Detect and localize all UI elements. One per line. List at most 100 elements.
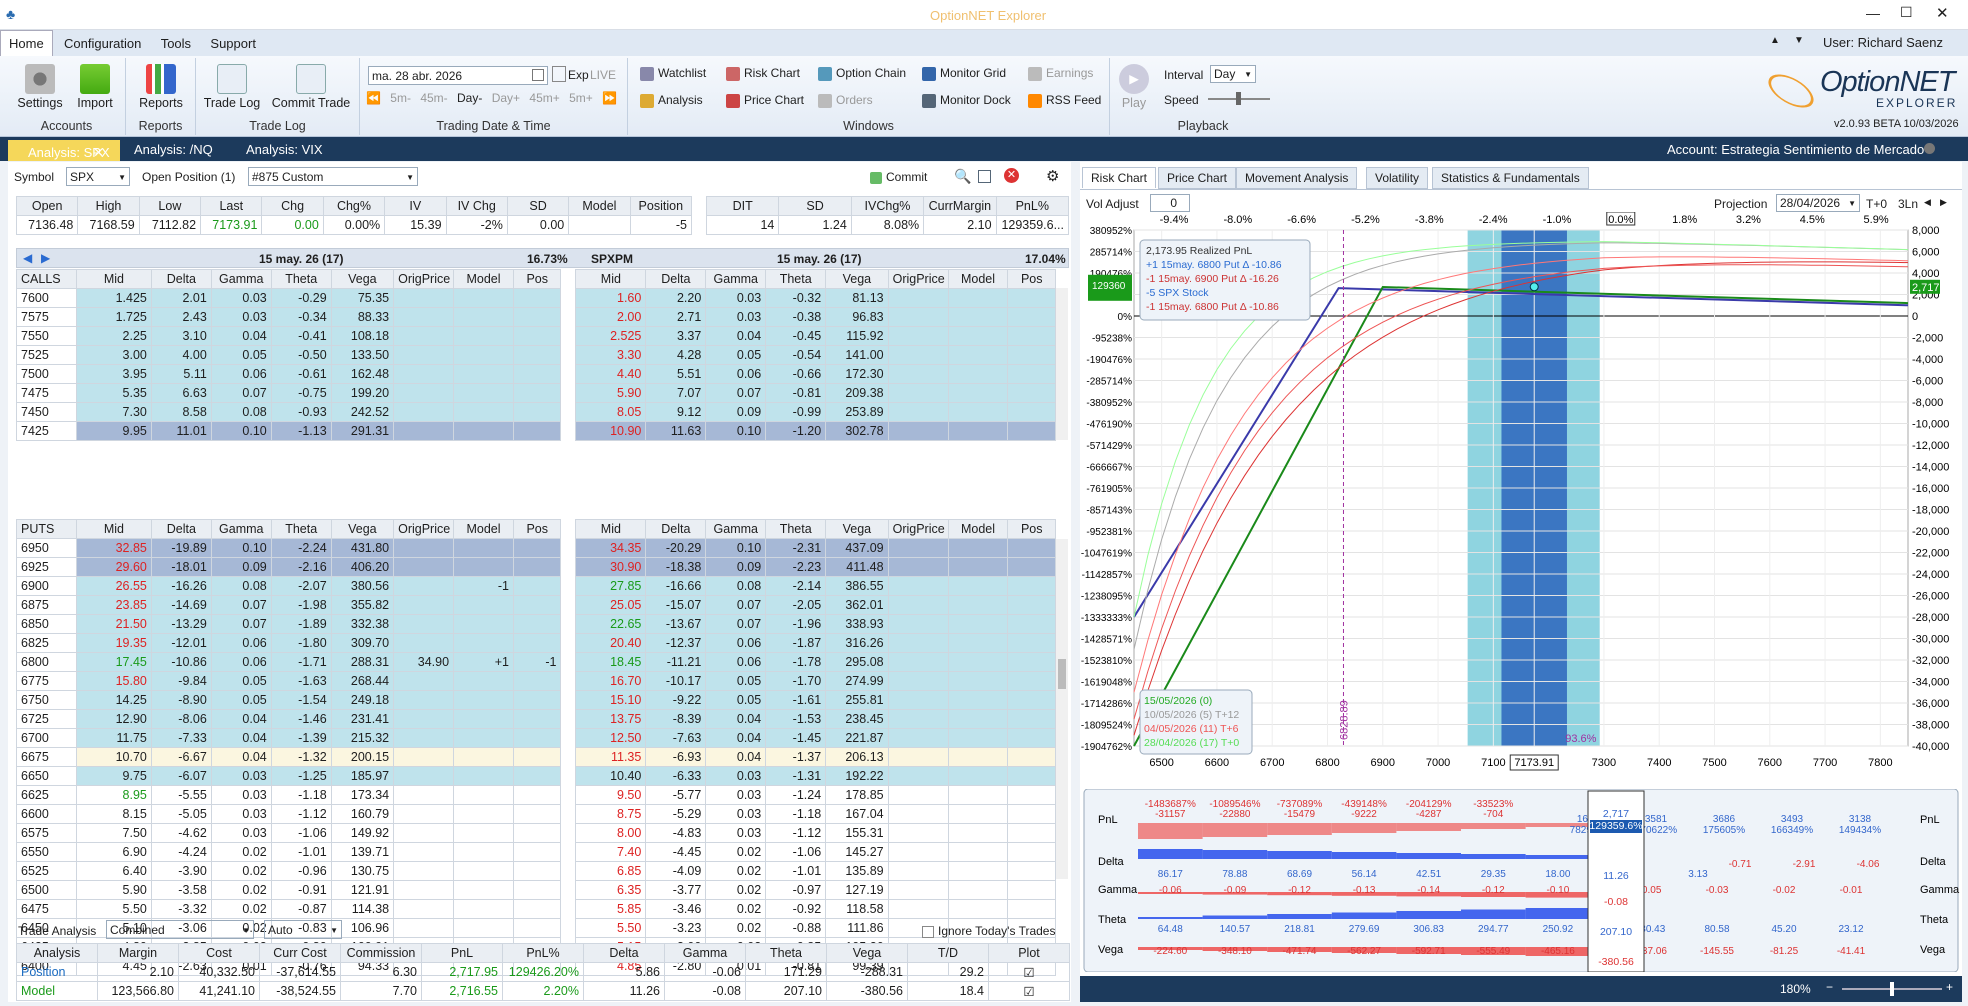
date-input[interactable]: ma. 28 abr. 2026 [368, 66, 548, 85]
scrollbar[interactable] [1056, 539, 1068, 879]
next-expiry-icon[interactable]: ▶ [41, 251, 50, 265]
call-row[interactable]: 7600 1.425 2.01 0.03 -0.29 75.35 1.60 2.20 0.03-… [16, 288, 1056, 308]
step-45m-fwd[interactable]: 45m+ [529, 91, 559, 105]
put-row[interactable]: 6800 17.45 -10.86 0.06 -1.71 288.31 34.90 +1 -1 1… [16, 652, 1056, 672]
orders-button[interactable]: Orders [818, 93, 873, 108]
tab-statistics[interactable]: Statistics & Fundamentals [1432, 167, 1589, 189]
forward-icon[interactable]: ⏩ [602, 91, 617, 105]
monitor-dock-button[interactable]: Monitor Dock [922, 93, 1011, 108]
commit-trade-button[interactable]: Commit Trade [266, 64, 356, 110]
put-row[interactable]: 6500 5.90 -3.58 0.02 -0.91 121.91 6.35 -3.77 0.0… [16, 880, 1056, 900]
monitor-grid-button[interactable]: Monitor Grid [922, 66, 1006, 81]
tab-analysis-vix[interactable]: Analysis: VIX [236, 140, 333, 161]
price-chart-button[interactable]: Price Chart [726, 93, 804, 108]
watchlist-button[interactable]: Watchlist [640, 66, 706, 81]
option-chain-button[interactable]: Option Chain [818, 66, 906, 81]
put-row[interactable]: 6725 12.90 -8.06 0.04 -1.46 231.41 13.75 -8.39 0… [16, 709, 1056, 729]
call-row[interactable]: 7575 1.725 2.43 0.03 -0.34 88.33 2.00 2.71 0.03-… [16, 307, 1056, 327]
next-icon[interactable]: ▶ [1940, 197, 1947, 208]
settings-button[interactable]: Settings [14, 64, 66, 110]
menu-support[interactable]: Support [202, 31, 264, 56]
step-5m-fwd[interactable]: 5m+ [569, 91, 593, 105]
step-5m-back[interactable]: 5m- [390, 91, 411, 105]
tab-volatility[interactable]: Volatility [1366, 167, 1429, 189]
delete-icon[interactable]: ✕ [1004, 168, 1019, 183]
step-icon[interactable] [552, 66, 566, 82]
vol-adjust-input[interactable]: 0 [1150, 194, 1190, 212]
rss-feed-button[interactable]: RSS Feed [1028, 93, 1101, 108]
put-row[interactable]: 6625 8.95 -5.55 0.03 -1.18 173.34 9.50 -5.77 0.0… [16, 785, 1056, 805]
menu-tools[interactable]: Tools [153, 31, 199, 56]
call-row[interactable]: 7500 3.95 5.11 0.06 -0.61 162.48 4.40 5.51 0.06-… [16, 364, 1056, 384]
zoom-thumb[interactable] [1890, 982, 1894, 996]
earnings-button[interactable]: Earnings [1028, 66, 1093, 81]
put-row[interactable]: 6750 14.25 -8.90 0.05 -1.54 249.18 15.10 -9.22 0… [16, 690, 1056, 710]
search-icon[interactable]: 🔍 [954, 168, 971, 185]
put-row[interactable]: 6475 5.50 -3.32 0.02 -0.87 114.38 5.85 -3.46 0.0… [16, 899, 1056, 919]
close-tab-icon[interactable]: ✕ [83, 143, 114, 164]
put-row[interactable]: 6600 8.15 -5.05 0.03 -1.12 160.79 8.75 -5.29 0.0… [16, 804, 1056, 824]
call-row[interactable]: 7475 5.35 6.63 0.07 -0.75 199.20 5.90 7.07 0.07-… [16, 383, 1056, 403]
prev-expiry-icon[interactable]: ◀ [23, 251, 32, 265]
live-button[interactable]: LIVE [590, 68, 616, 82]
reports-button[interactable]: Reports [134, 64, 188, 110]
call-row[interactable]: 7425 9.95 11.01 0.10 -1.13 291.31 10.90 11.63 0.… [16, 421, 1056, 441]
import-button[interactable]: Import [70, 64, 120, 110]
tab-analysis-nq[interactable]: Analysis: /NQ [124, 140, 223, 161]
put-row[interactable]: 6675 10.70 -6.67 0.04 -1.32 200.15 11.35 -6.93 0… [16, 747, 1056, 767]
tab-price-chart[interactable]: Price Chart [1158, 167, 1237, 189]
strategy-select[interactable]: #875 Custom ▼ [248, 167, 418, 186]
auto-select[interactable]: Auto ▼ [264, 920, 342, 939]
ta-row[interactable]: Model 123,566.80 41,241.10 -38,524.55 7.70 2,… [16, 981, 1070, 1001]
exp-button[interactable]: Exp [568, 68, 589, 82]
close-icon[interactable]: ✕ [1936, 4, 1949, 22]
ignore-todays-trades[interactable]: Ignore Today's Trades [922, 924, 1055, 938]
call-row[interactable]: 7550 2.25 3.10 0.04 -0.41 108.18 2.525 3.37 0.04… [16, 326, 1056, 346]
tab-risk-chart[interactable]: Risk Chart [1082, 167, 1157, 188]
tab-analysis-spx[interactable]: Analysis: SPX ✕ [8, 140, 120, 161]
analysis-button[interactable]: Analysis [640, 93, 703, 108]
play-button[interactable]: ▶ Play [1114, 64, 1154, 110]
help-icon[interactable]: ▼ [1786, 30, 1812, 51]
put-row[interactable]: 6525 6.40 -3.90 0.02 -0.96 130.75 6.85 -4.09 0.0… [16, 861, 1056, 881]
analysis-mode-select[interactable]: Combined ▼ [106, 920, 254, 939]
projection-date-select[interactable]: 28/04/2026 ▼ [1776, 194, 1860, 212]
grid-icon[interactable] [978, 170, 991, 183]
ln-label[interactable]: 3Ln [1898, 197, 1918, 211]
scroll-thumb[interactable] [1058, 659, 1066, 689]
commit-button[interactable]: Commit [870, 170, 927, 184]
ignore-checkbox[interactable] [922, 925, 934, 938]
t0-label[interactable]: T+0 [1866, 197, 1887, 211]
menu-home[interactable]: Home [0, 30, 53, 56]
put-row[interactable]: 6875 23.85 -14.69 0.07 -1.98 355.82 25.05 -15.0… [16, 595, 1056, 615]
prev-icon[interactable]: ◀ [1924, 197, 1931, 208]
ta-row[interactable]: Position 2.10 40,332.50 -37,614.55 6.30 2,717… [16, 962, 1070, 982]
put-row[interactable]: 6650 9.75 -6.07 0.03 -1.25 185.97 10.40 -6.33 0.… [16, 766, 1056, 786]
put-row[interactable]: 6700 11.75 -7.33 0.04 -1.39 215.32 12.50 -7.63 0… [16, 728, 1056, 748]
step-day-fwd[interactable]: Day+ [492, 91, 520, 105]
rewind-icon[interactable]: ⏪ [366, 91, 381, 105]
zoom-out-icon[interactable]: − [1826, 980, 1833, 994]
symbol-select[interactable]: SPX ▼ [66, 167, 130, 186]
risk-chart[interactable]: 8,000380952%6,000285714%4,000190476%2,00… [1080, 212, 1962, 777]
put-row[interactable]: 6950 32.85 -19.89 0.10 -2.24 431.80 34.35 -20.2… [16, 538, 1056, 558]
collapse-ribbon-icon[interactable]: ▲ [1762, 30, 1788, 51]
put-row[interactable]: 6775 15.80 -9.84 0.05 -1.63 268.44 16.70 -10.17… [16, 671, 1056, 691]
step-45m-back[interactable]: 45m- [420, 91, 447, 105]
gear-icon[interactable]: ⚙ [1046, 167, 1059, 185]
put-row[interactable]: 6925 29.60 -18.01 0.09 -2.16 406.20 30.90 -18.3… [16, 557, 1056, 577]
risk-chart-button[interactable]: Risk Chart [726, 66, 800, 81]
interval-select[interactable]: Day ▼ [1210, 65, 1256, 83]
put-row[interactable]: 6900 26.55 -16.26 0.08 -2.07 380.56 -1 27.85 -16… [16, 576, 1056, 596]
minimize-icon[interactable]: — [1866, 5, 1880, 21]
step-day-back[interactable]: Day- [457, 91, 482, 105]
call-row[interactable]: 7450 7.30 8.58 0.08 -0.93 242.52 8.05 9.12 0.09-… [16, 402, 1056, 422]
put-row[interactable]: 6825 19.35 -12.01 0.06 -1.80 309.70 20.40 -12.3… [16, 633, 1056, 653]
zoom-in-icon[interactable]: + [1946, 980, 1953, 994]
put-row[interactable]: 6850 21.50 -13.29 0.07 -1.89 332.38 22.65 -13.6… [16, 614, 1056, 634]
speed-thumb[interactable] [1236, 92, 1241, 105]
calendar-icon[interactable] [532, 69, 544, 81]
put-row[interactable]: 6550 6.90 -4.24 0.02 -1.01 139.71 7.40 -4.45 0.0… [16, 842, 1056, 862]
scrollbar[interactable] [1056, 288, 1068, 440]
trade-log-button[interactable]: Trade Log [202, 64, 262, 110]
